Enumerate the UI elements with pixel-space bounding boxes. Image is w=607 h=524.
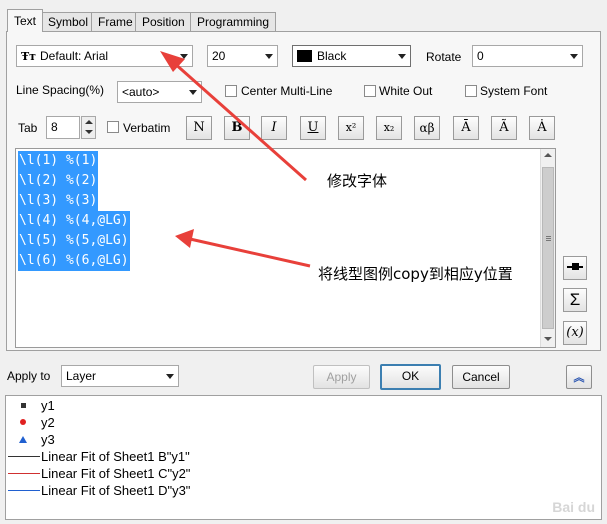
annotation-font-change: 修改字体 bbox=[327, 172, 388, 190]
annotation-arrows bbox=[160, 51, 311, 268]
annotation-legend-copy: 将线型图例copy到相应y位置 bbox=[318, 265, 513, 283]
tab-text[interactable]: Text bbox=[7, 9, 44, 32]
arrowhead-icon bbox=[175, 229, 194, 248]
arrow-to-legend-lines bbox=[189, 237, 311, 268]
arrow-to-font-select bbox=[172, 60, 307, 182]
